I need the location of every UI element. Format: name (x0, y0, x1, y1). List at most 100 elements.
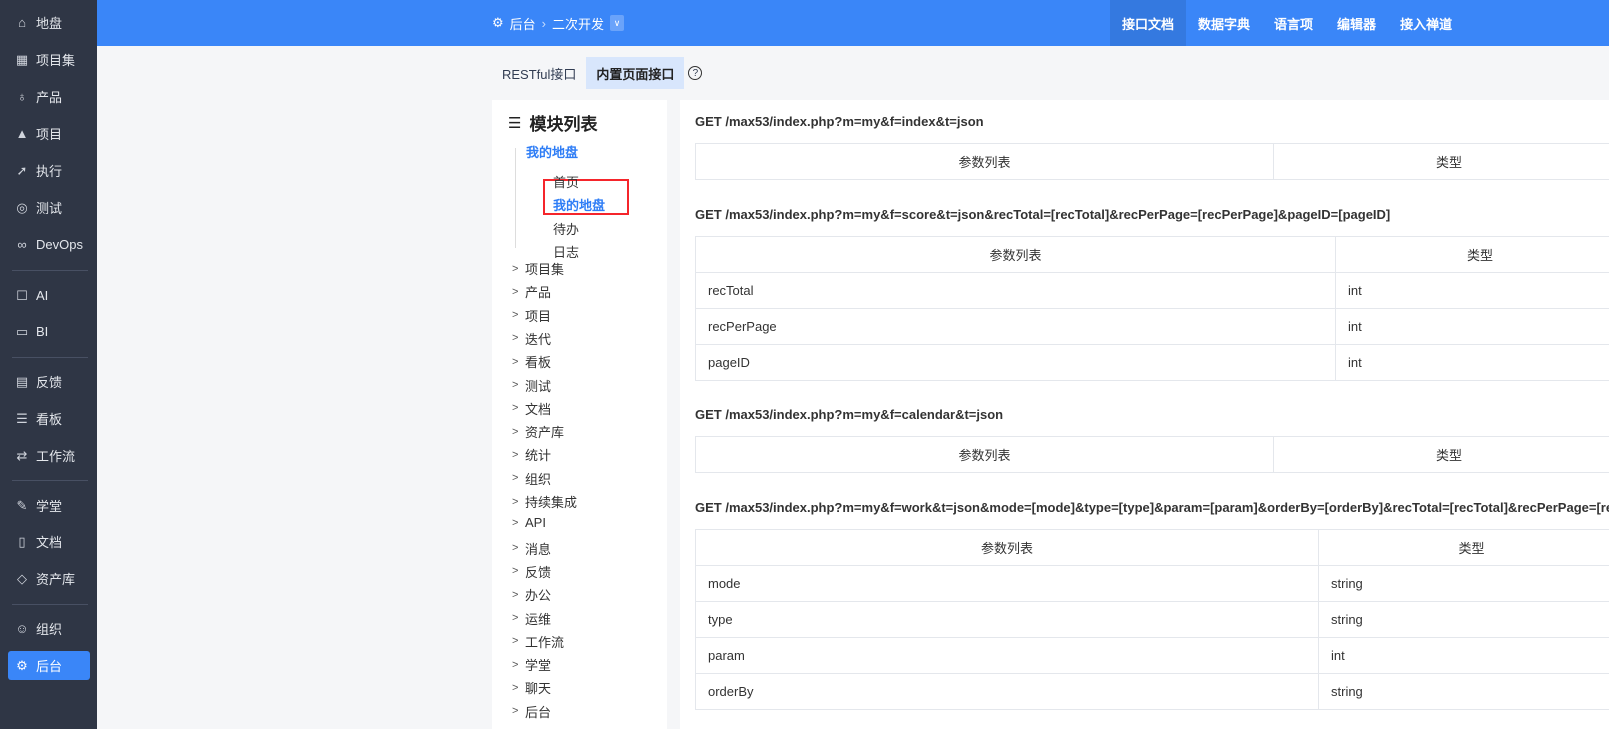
tab-builtin-page[interactable]: 内置页面接口 (586, 57, 685, 89)
sidebar: ⌂ 地盘 ▦ 项目集 ♁ 产品 ▲ 项目 ➚ 执行 ◎ 测试 ∞ DevOps ☐ AI ▭ BI ▤ 反馈 ☰ 看板 ⇄ 工… (0, 0, 97, 729)
sidebar-item-10[interactable]: ☰ 看板 (8, 404, 90, 433)
sidebar-divider (12, 270, 88, 271)
list-icon: ☰ (508, 114, 522, 132)
param-name: recPerPage (695, 308, 1336, 345)
submodule-item[interactable]: 待办 (553, 219, 579, 238)
module-item[interactable]: > 项目 (512, 306, 551, 325)
module-item[interactable]: > 后台 (512, 702, 551, 721)
module-item[interactable]: > 消息 (512, 539, 551, 558)
lightbulb-icon: ♁ (17, 89, 27, 104)
chevron-right-icon: > (512, 705, 519, 718)
sidebar-item-1[interactable]: ▦ 项目集 (8, 45, 90, 74)
top-nav: 接口文档 数据字典 语言项 编辑器 接入禅道 (1110, 0, 1464, 46)
module-label: API (525, 515, 546, 531)
module-item[interactable]: > 迭代 (512, 329, 551, 348)
sidebar-item-9[interactable]: ▤ 反馈 (8, 367, 90, 396)
sidebar-item-label: 工作流 (36, 449, 76, 464)
sidebar-item-13[interactable]: ▯ 文档 (8, 527, 90, 556)
chevron-down-icon[interactable]: ∨ (610, 15, 625, 31)
inbox-icon: ▤ (15, 373, 29, 389)
module-item[interactable]: > 运维 (512, 609, 551, 628)
module-item[interactable]: > 学堂 (512, 655, 551, 674)
module-item[interactable]: > 反馈 (512, 562, 551, 581)
sidebar-item-label: 地盘 (36, 16, 63, 31)
module-item[interactable]: > 项目集 (512, 259, 564, 278)
top-nav-item-1[interactable]: 数据字典 (1186, 0, 1262, 46)
chevron-right-icon: > (512, 379, 519, 391)
sidebar-item-0[interactable]: ⌂ 地盘 (8, 8, 90, 37)
param-type: string (1318, 673, 1609, 710)
module-item[interactable]: > 资产库 (512, 422, 564, 441)
module-item[interactable]: > 看板 (512, 352, 551, 371)
module-item[interactable]: > 统计 (512, 445, 551, 464)
sidebar-item-2[interactable]: ♁ 产品 (8, 82, 90, 111)
sidebar-item-5[interactable]: ◎ 测试 (8, 193, 90, 222)
breadcrumb-current: 二次开发 (552, 16, 605, 32)
param-type: string (1318, 565, 1609, 602)
module-label: 统计 (525, 448, 552, 464)
api-url: GET /max53/index.php?m=my&f=score&t=json… (695, 207, 1391, 222)
sidebar-divider (12, 357, 88, 358)
users-icon: ☺ (15, 621, 29, 636)
chevron-right-icon: > (512, 588, 519, 601)
submodule-item[interactable]: 我的地盘 (553, 195, 605, 214)
sidebar-item-label: 反馈 (36, 375, 63, 390)
module-item[interactable]: > 持续集成 (512, 492, 577, 511)
module-list-heading: 模块列表 (529, 115, 598, 134)
param-type: int (1318, 637, 1609, 674)
module-item[interactable]: > 文档 (512, 399, 551, 418)
module-item[interactable]: > 测试 (512, 376, 551, 395)
robot-icon: ☐ (16, 287, 28, 303)
table-header: 参数列表 类型 (695, 236, 1609, 273)
table-header: 参数列表 类型 (695, 143, 1609, 180)
module-label: 学堂 (525, 658, 552, 674)
sidebar-item-15[interactable]: ☺ 组织 (8, 614, 90, 643)
table-row: orderBy string (695, 673, 1609, 710)
sidebar-item-6[interactable]: ∞ DevOps (8, 230, 90, 259)
chevron-right-icon: > (512, 658, 519, 671)
module-item[interactable]: > 组织 (512, 469, 551, 488)
module-item[interactable]: > 工作流 (512, 632, 564, 651)
sidebar-divider (12, 604, 88, 605)
run-icon: ➚ (16, 162, 28, 178)
header-type: 类型 (1273, 143, 1609, 180)
sidebar-item-label: 后台 (36, 659, 63, 674)
sidebar-item-11[interactable]: ⇄ 工作流 (8, 441, 90, 470)
top-nav-item-3[interactable]: 编辑器 (1325, 0, 1388, 46)
sidebar-item-7[interactable]: ☐ AI (8, 281, 90, 310)
sidebar-item-3[interactable]: ▲ 项目 (8, 119, 90, 148)
module-list-panel: ☰ 模块列表 我的地盘 首页 我的地盘 待办 日志 > 项目集 > 产品 > 项目 > 迭代 > 看板 > 测试… (492, 100, 667, 729)
module-label: 文档 (525, 401, 552, 417)
module-group-my[interactable]: 我的地盘 (526, 142, 578, 161)
module-label: 工作流 (525, 634, 565, 650)
sidebar-item-4[interactable]: ➚ 执行 (8, 156, 90, 185)
module-label: 项目 (525, 308, 552, 324)
top-nav-item-4[interactable]: 接入禅道 (1388, 0, 1464, 46)
chevron-right-icon: > (512, 355, 519, 368)
module-list-title: ☰ 模块列表 (508, 110, 597, 135)
sidebar-item-14[interactable]: ◇ 资产库 (8, 564, 90, 593)
breadcrumb-root[interactable]: 后台 (510, 14, 536, 33)
top-nav-item-2[interactable]: 语言项 (1262, 0, 1325, 46)
sidebar-item-12[interactable]: ✎ 学堂 (8, 491, 90, 520)
sidebar-item-8[interactable]: ▭ BI (8, 317, 90, 346)
module-item[interactable]: > 聊天 (512, 678, 551, 697)
tab-restful[interactable]: RESTful接口 (492, 57, 586, 89)
sidebar-item-label: 组织 (36, 622, 63, 637)
module-item[interactable]: > 办公 (512, 585, 551, 604)
header-param: 参数列表 (695, 529, 1319, 566)
module-label: 反馈 (525, 564, 552, 580)
module-label: 聊天 (525, 681, 552, 697)
sidebar-item-label: 资产库 (36, 572, 76, 587)
breadcrumb: ⚙ 后台 › 二次开发 ∨ (492, 0, 625, 46)
submodule-item[interactable]: 首页 (553, 172, 579, 191)
sidebar-item-16[interactable]: ⚙ 后台 (8, 651, 90, 680)
module-item[interactable]: > API (512, 515, 546, 530)
top-nav-item-0[interactable]: 接口文档 (1110, 0, 1187, 46)
help-icon[interactable]: ? (688, 66, 703, 80)
search-icon: ◎ (16, 199, 28, 215)
chevron-right-icon: > (512, 565, 519, 578)
header-type: 类型 (1273, 436, 1609, 473)
module-item[interactable]: > 产品 (512, 282, 551, 301)
chevron-right-icon: > (512, 285, 519, 298)
